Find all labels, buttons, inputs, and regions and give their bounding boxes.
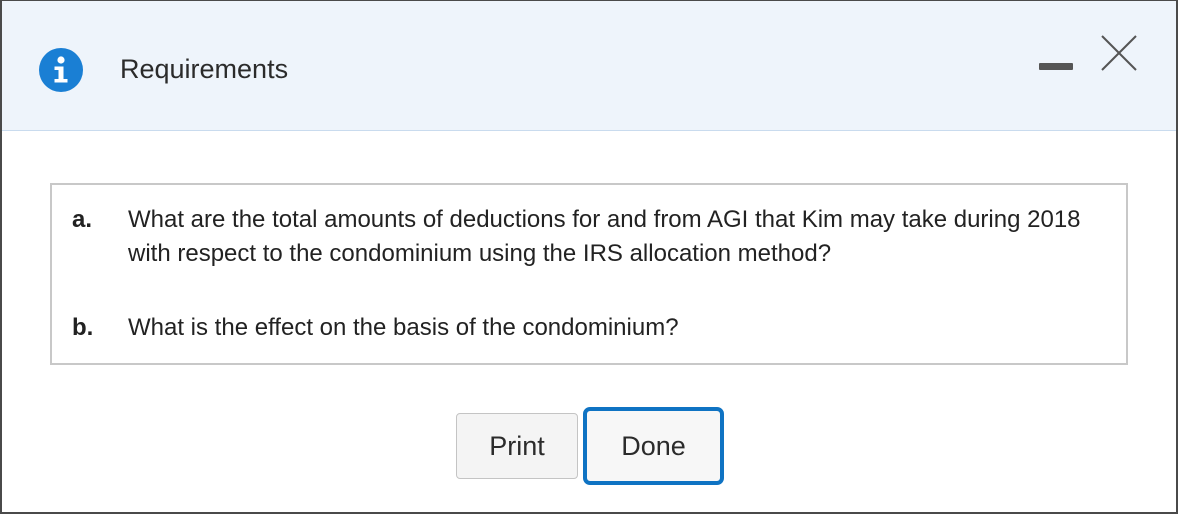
requirement-letter: b. [72,314,94,341]
requirement-text: What is the effect on the basis of the c… [128,314,679,341]
requirement-letter: a. [72,206,93,233]
dialog-titlebar: Requirements [2,1,1176,131]
done-button[interactable]: Done [583,407,724,485]
print-button[interactable]: Print [456,413,578,479]
minimize-icon [1039,63,1073,70]
requirements-dialog: Requirements a. What are the total amoun… [0,0,1178,514]
requirement-text: What are the total amounts of deductions… [128,206,1081,267]
close-button[interactable] [1099,33,1139,73]
requirement-item: a. What are the total amounts of deducti… [52,203,1126,309]
requirements-list: a. What are the total amounts of deducti… [50,183,1128,365]
dialog-title: Requirements [120,54,289,84]
info-icon [39,48,83,92]
close-icon [1101,35,1137,71]
requirement-item: b. What is the effect on the basis of th… [52,311,1126,347]
minimize-button[interactable] [1039,61,1073,71]
